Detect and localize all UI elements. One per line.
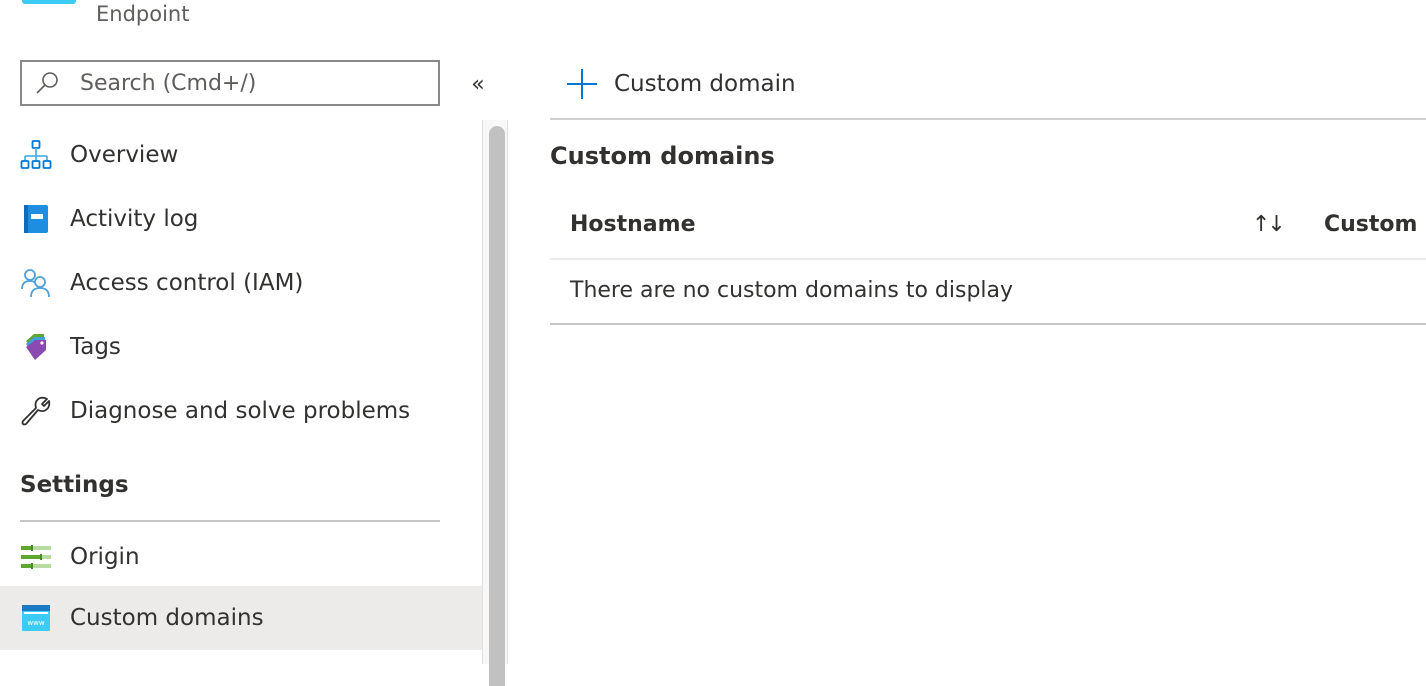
wrench-icon	[20, 395, 52, 427]
sort-icon[interactable]: ↑↓	[1252, 212, 1286, 237]
sidebar-item-label: Overview	[70, 142, 179, 168]
empty-message: There are no custom domains to display	[570, 278, 1014, 303]
sidebar-scrollbar-thumb[interactable]	[489, 126, 505, 686]
sidebar-item-activity-log[interactable]: Activity log	[0, 187, 482, 251]
origin-icon	[20, 541, 52, 573]
section-header-settings: Settings	[20, 472, 129, 498]
sidebar-item-label: Custom domains	[70, 605, 264, 631]
access-control-icon	[20, 267, 52, 299]
sidebar-item-label: Access control (IAM)	[70, 270, 304, 296]
sidebar-item-tags[interactable]: Tags	[0, 315, 482, 379]
sidebar-item-label: Activity log	[70, 206, 199, 232]
sidebar-scrollbar[interactable]	[482, 120, 508, 686]
search-box[interactable]	[20, 60, 440, 106]
sidebar: « Overview Activ	[0, 0, 485, 664]
toolbar-divider	[550, 118, 1426, 120]
add-custom-domain-label: Custom domain	[614, 71, 796, 97]
sidebar-item-access-control[interactable]: Access control (IAM)	[0, 251, 482, 315]
column-header-custom-https[interactable]: Custom I	[1324, 212, 1426, 237]
sidebar-item-label: Origin	[70, 544, 140, 570]
tags-icon	[20, 331, 52, 363]
overview-icon	[20, 139, 52, 171]
sidebar-item-label: Tags	[70, 334, 121, 360]
column-header-hostname[interactable]: Hostname	[570, 212, 696, 237]
svg-text:www: www	[27, 619, 44, 627]
section-divider	[20, 520, 440, 522]
table-empty-row: There are no custom domains to display	[550, 262, 1426, 325]
double-chevron-left-icon: «	[471, 71, 485, 97]
www-icon: www	[20, 602, 52, 634]
collapse-sidebar-button[interactable]: «	[466, 70, 490, 98]
add-custom-domain-button[interactable]: Custom domain	[566, 64, 796, 104]
sidebar-item-overview[interactable]: Overview	[0, 123, 482, 187]
activity-log-icon	[20, 203, 52, 235]
sidebar-item-custom-domains[interactable]: www Custom domains	[0, 586, 482, 650]
sidebar-item-diagnose[interactable]: Diagnose and solve problems	[0, 379, 482, 443]
sidebar-item-origin[interactable]: Origin	[0, 525, 482, 589]
sidebar-item-label: Diagnose and solve problems	[70, 398, 411, 424]
page-title: Custom domains	[550, 142, 775, 170]
table-header: Hostname ↑↓ Custom I	[550, 200, 1426, 260]
plus-icon	[566, 68, 598, 100]
search-input[interactable]	[80, 70, 400, 96]
search-icon	[34, 69, 62, 97]
